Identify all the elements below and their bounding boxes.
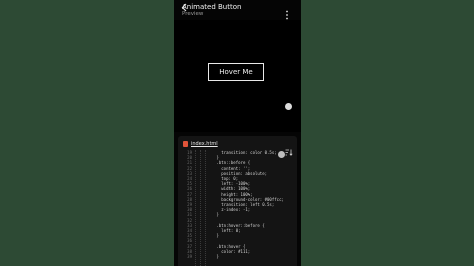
code-editor[interactable]: index.html 19 transition: color 0.5s; 20 … — [178, 136, 297, 266]
line-number: 39 — [187, 254, 192, 259]
sort-icon[interactable] — [285, 141, 293, 156]
html-file-icon — [183, 141, 188, 147]
hover-me-button[interactable]: Hover Me — [208, 63, 264, 81]
file-name: index.html — [191, 141, 218, 147]
app-title: Animated Button — [182, 3, 242, 11]
app-subtitle: Preview — [182, 11, 204, 17]
text-cursor-handle[interactable] — [278, 151, 285, 158]
app-bar: Animated Button Preview — [174, 0, 301, 20]
more-vert-icon[interactable] — [284, 5, 290, 20]
code-line[interactable]: 39 } — [178, 254, 297, 259]
touch-cursor-indicator — [285, 103, 292, 110]
code-lines[interactable]: 19 transition: color 0.5s; 20 } 21 .btn::b… — [178, 150, 297, 266]
phone-screen: Animated Button Preview Hover Me index.h… — [174, 0, 301, 266]
preview-area: Hover Me — [174, 20, 301, 132]
code-text: } — [202, 254, 219, 259]
